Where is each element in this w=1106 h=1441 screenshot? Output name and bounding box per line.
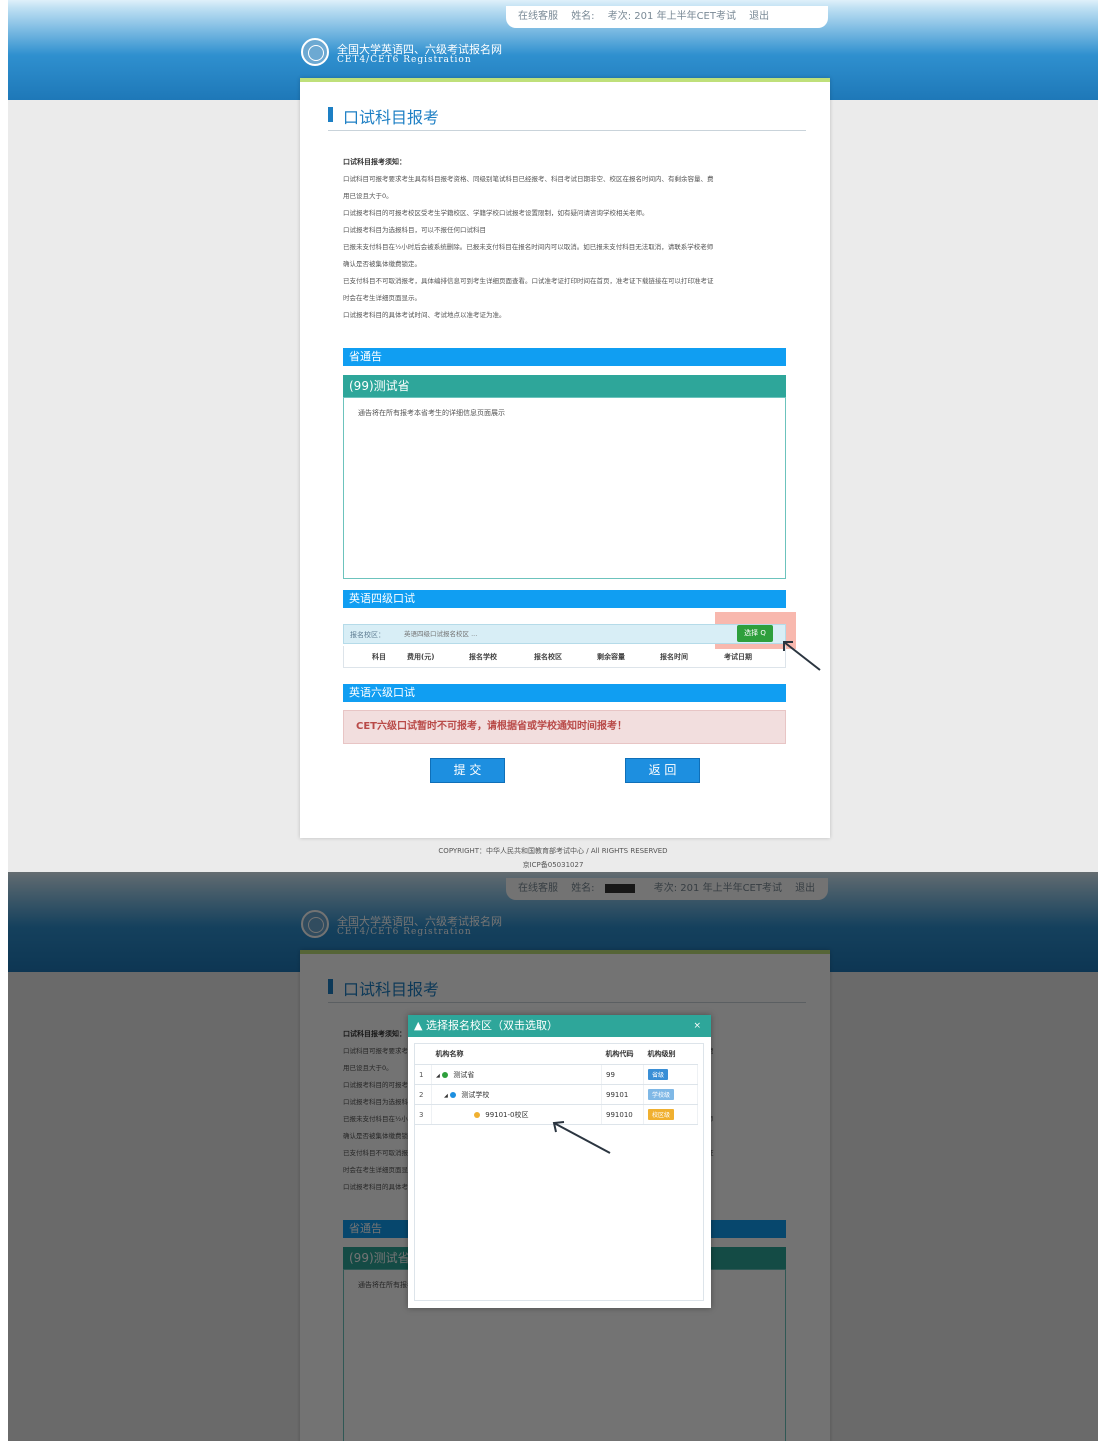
notice-line: 口试科目可报考要求考生具有科目报考资格、同级别笔试科目已经报考、科目考试日期非空… xyxy=(343,175,714,183)
campus-select-modal: ▲ 选择报名校区（双击选取） × 机构名称 机构代码 机构级别 1 ◢ 测试省 xyxy=(408,1015,711,1308)
org-name-cell: ◢ 测试学校 xyxy=(431,1084,602,1105)
campus-input[interactable] xyxy=(404,628,704,640)
col-exam-date: 考试日期 xyxy=(724,653,752,661)
province-notice-text: 通告将在所有报考本省考生的详细信息页面展示 xyxy=(358,409,505,417)
org-code: 99 xyxy=(601,1064,644,1085)
org-level-cell: 校区级 xyxy=(643,1104,698,1125)
notice-line: 时会在考生详细页面显示。 xyxy=(343,294,421,302)
notice-block: 口试科目报考须知： 口试科目可报考要求考生具有科目报考资格、同级别笔试科目已经报… xyxy=(343,154,783,324)
level-badge: 省级 xyxy=(648,1069,669,1080)
notice-heading: 口试科目报考须知： xyxy=(343,158,406,166)
col-org-name: 机构名称 xyxy=(431,1044,602,1065)
modal-title: 选择报名校区（双击选取） xyxy=(425,1019,558,1032)
province-notice-bar: 省通告 xyxy=(343,348,786,366)
pointer-arrow-icon xyxy=(783,641,821,671)
col-org-code: 机构代码 xyxy=(601,1044,644,1065)
tree-header-row: 机构名称 机构代码 机构级别 xyxy=(415,1044,698,1065)
site-title-en: CET4/CET6 Registration xyxy=(337,55,472,65)
top-user-bar: 在线客服 姓名: 考次: 201 年上半年CET考试 退出 xyxy=(506,6,828,28)
row-index: 2 xyxy=(415,1084,432,1105)
col-campus: 报名校区 xyxy=(534,653,562,661)
tree-row[interactable]: 1 ◢ 测试省 99 省级 xyxy=(415,1064,698,1085)
col-capacity: 剩余容量 xyxy=(597,653,625,661)
campus-label: 报名校区： xyxy=(350,631,385,639)
notice-line: 口试报考科目的具体考试时间、考试地点以准考证为准。 xyxy=(343,311,506,319)
tree-row[interactable]: 2 ◢ 测试学校 99101 学校级 xyxy=(415,1084,698,1105)
screenshot-registration-form: 在线客服 姓名: 考次: 201 年上半年CET考试 退出 全国大学英语四、六级… xyxy=(8,0,1098,872)
col-subject: 科目 xyxy=(372,653,386,661)
notice-line: 已报未支付科目在½小时后会被系统删除。已报未支付科目在报名时间内可以取消。如已报… xyxy=(343,243,714,251)
modal-tree-panel: 机构名称 机构代码 机构级别 1 ◢ 测试省 99 省级 2 ◢ 测试学校 99… xyxy=(414,1043,704,1301)
building-icon: ▲ xyxy=(414,1019,423,1032)
modal-header: ▲ 选择报名校区（双击选取） × xyxy=(408,1015,711,1037)
copyright-text: COPYRIGHT：中华人民共和国教育部考试中心 / All RIGHTS RE… xyxy=(438,847,668,855)
org-code: 99101 xyxy=(601,1084,644,1105)
expand-arrow-icon[interactable]: ◢ xyxy=(436,1073,440,1079)
expand-arrow-icon[interactable]: ◢ xyxy=(436,1093,448,1099)
org-name: 测试省 xyxy=(453,1070,475,1079)
col-reg-time: 报名时间 xyxy=(660,653,688,661)
node-icon xyxy=(442,1071,449,1078)
page-title-text: 口试科目报考 xyxy=(343,108,440,127)
node-icon xyxy=(474,1111,480,1118)
online-service-link[interactable]: 在线客服 xyxy=(518,11,558,22)
select-campus-button[interactable]: 选择 Q xyxy=(737,625,773,642)
level-badge: 学校级 xyxy=(648,1089,675,1100)
row-index: 1 xyxy=(415,1064,432,1085)
title-accent-bar xyxy=(328,107,333,122)
province-name-bar: (99)测试省 xyxy=(343,375,786,397)
col-org-level: 机构级别 xyxy=(643,1044,698,1065)
user-name-label: 姓名: xyxy=(571,11,595,22)
logout-link[interactable]: 退出 xyxy=(749,11,769,22)
cet6-oral-bar: 英语六级口试 xyxy=(343,684,786,702)
campus-search-row: 报名校区： xyxy=(343,624,786,644)
exam-session-label: 考次: 201 年上半年CET考试 xyxy=(607,11,736,22)
notice-line: 口试报考科目为选报科目，可以不报任何口试科目 xyxy=(343,226,486,234)
notice-line: 已支付科目不可取消报考，具体编排信息可到考生详细页面查看。口试准考证打印时间在首… xyxy=(343,277,714,285)
row-index: 3 xyxy=(415,1104,432,1125)
org-name: 99101-0校区 xyxy=(485,1110,529,1119)
cet4-table-header: 科目 费用(元) 报名学校 报名校区 剩余容量 报名时间 考试日期 xyxy=(343,646,786,668)
node-icon xyxy=(450,1091,457,1098)
page-footer: COPYRIGHT：中华人民共和国教育部考试中心 / All RIGHTS RE… xyxy=(8,846,1098,870)
close-icon[interactable]: × xyxy=(693,1015,701,1037)
cet6-alert: CET六级口试暂时不可报考，请根据省或学校通知时间报考！ xyxy=(343,710,786,744)
col-school: 报名学校 xyxy=(469,653,497,661)
province-notice-panel: 通告将在所有报考本省考生的详细信息页面展示 xyxy=(343,397,786,579)
icp-text: 京ICP备05031027 xyxy=(522,861,584,869)
org-name: 测试学校 xyxy=(461,1090,490,1099)
screenshot-campus-modal: 在线客服 姓名: 考次: 201 年上半年CET考试 退出 全国大学英语四、六级… xyxy=(8,872,1098,1441)
org-name-cell: ◢ 测试省 xyxy=(431,1064,602,1085)
page-title: 口试科目报考 xyxy=(328,104,806,131)
level-badge: 校区级 xyxy=(648,1109,675,1120)
cet4-oral-bar: 英语四级口试 xyxy=(343,590,786,608)
notice-line: 口试报考科目的可报考校区受考生学籍校区、学籍学校口试报考设置限制，如有疑问请咨询… xyxy=(343,209,649,217)
notice-line: 用已设且大于0。 xyxy=(343,192,393,200)
back-button[interactable]: 返 回 xyxy=(625,758,700,783)
submit-button[interactable]: 提 交 xyxy=(430,758,505,783)
col-fee: 费用(元) xyxy=(407,653,435,661)
org-tree-table: 机构名称 机构代码 机构级别 1 ◢ 测试省 99 省级 2 ◢ 测试学校 99… xyxy=(415,1044,698,1125)
pointer-arrow-icon xyxy=(552,1121,611,1154)
org-level-cell: 学校级 xyxy=(643,1084,698,1105)
main-card: 口试科目报考 口试科目报考须知： 口试科目可报考要求考生具有科目报考资格、同级别… xyxy=(300,78,830,838)
notice-line: 确认是否被集体缴费锁定。 xyxy=(343,260,421,268)
org-level-cell: 省级 xyxy=(643,1064,698,1085)
cet-seal-icon xyxy=(301,38,329,66)
